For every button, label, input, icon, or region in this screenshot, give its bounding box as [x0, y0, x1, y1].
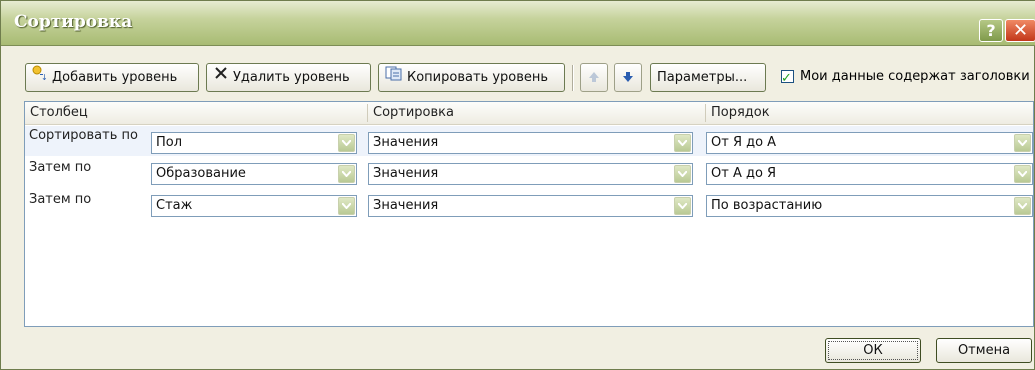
row-label: Затем по — [29, 192, 92, 207]
arrow-down-icon — [622, 68, 634, 87]
arrow-up-icon — [588, 68, 600, 87]
options-label: Параметры... — [657, 70, 748, 85]
sort-level-row[interactable]: Затем по Стаж Значения По возрастанию — [25, 190, 1033, 220]
order-select[interactable]: От Я до А — [706, 132, 1033, 154]
close-button[interactable]: ✕ — [1005, 19, 1035, 42]
header-column: Столбец — [30, 105, 88, 120]
headers-checkbox-label: Мои данные содержат заголовки — [800, 69, 1030, 84]
options-button[interactable]: Параметры... — [650, 63, 766, 92]
checkmark-icon: ✓ — [781, 71, 792, 86]
header-sort-on: Сортировка — [373, 105, 454, 120]
chevron-down-icon[interactable] — [338, 197, 355, 215]
copy-level-label: Копировать уровень — [407, 70, 549, 85]
sort-on-select-value: Значения — [373, 166, 439, 181]
move-up-button[interactable] — [580, 63, 608, 92]
cancel-button[interactable]: Отмена — [936, 338, 1032, 363]
order-select-value: От А до Я — [711, 166, 777, 181]
order-select-value: По возрастанию — [711, 198, 823, 213]
chevron-down-icon[interactable] — [674, 197, 691, 215]
sort-on-select[interactable]: Значения — [368, 163, 693, 185]
order-select[interactable]: По возрастанию — [706, 195, 1033, 217]
order-select-value: От Я до А — [711, 135, 777, 150]
headers-checkbox[interactable]: ✓ — [781, 70, 794, 86]
focus-outline — [828, 341, 918, 360]
row-label: Сортировать по — [29, 128, 138, 143]
column-select-value: Стаж — [156, 198, 193, 213]
sort-levels-grid: Столбец Сортировка Порядок Сортировать п… — [24, 101, 1034, 327]
sort-dialog: Сортировка ? ✕ ↓ Добавить уровень Удалит… — [0, 0, 1035, 370]
column-select[interactable]: Пол — [151, 132, 357, 154]
add-level-icon: ↓ — [32, 64, 48, 91]
ok-button[interactable]: ОК — [825, 338, 921, 363]
headers-checkbox-row[interactable]: ✓ Мои данные содержат заголовки — [781, 65, 1030, 89]
column-select[interactable]: Стаж — [151, 195, 357, 217]
delete-level-label: Удалить уровень — [233, 70, 350, 85]
column-select-value: Пол — [156, 135, 183, 150]
grid-header: Столбец Сортировка Порядок — [25, 102, 1033, 125]
chevron-down-icon[interactable] — [1014, 134, 1031, 152]
copy-level-button[interactable]: Копировать уровень — [378, 63, 565, 92]
chevron-down-icon[interactable] — [338, 134, 355, 152]
order-select[interactable]: От А до Я — [706, 163, 1033, 185]
delete-level-button[interactable]: Удалить уровень — [206, 63, 371, 92]
move-down-button[interactable] — [614, 63, 642, 92]
column-select-value: Образование — [156, 166, 246, 181]
cancel-label: Отмена — [957, 343, 1011, 358]
sort-on-select[interactable]: Значения — [368, 132, 693, 154]
chevron-down-icon[interactable] — [338, 165, 355, 183]
row-label: Затем по — [29, 160, 92, 175]
chevron-down-icon[interactable] — [1014, 165, 1031, 183]
sort-on-select-value: Значения — [373, 198, 439, 213]
header-order: Порядок — [711, 105, 770, 120]
column-select[interactable]: Образование — [151, 163, 357, 185]
chevron-down-icon[interactable] — [1014, 197, 1031, 215]
help-button[interactable]: ? — [979, 19, 1003, 42]
title-bar[interactable]: Сортировка ? ✕ — [1, 1, 1035, 46]
chevron-down-icon[interactable] — [674, 165, 691, 183]
close-x-icon — [213, 64, 229, 91]
sort-on-select-value: Значения — [373, 135, 439, 150]
sort-level-row[interactable]: Затем по Образование Значения От А до Я — [25, 158, 1033, 188]
copy-icon — [385, 64, 403, 91]
sort-level-row[interactable]: Сортировать по Пол Значения От Я до А — [25, 126, 1033, 156]
add-level-button[interactable]: ↓ Добавить уровень — [25, 63, 199, 92]
dialog-title: Сортировка — [14, 12, 133, 32]
chevron-down-icon[interactable] — [674, 134, 691, 152]
add-level-label: Добавить уровень — [52, 70, 178, 85]
sort-on-select[interactable]: Значения — [368, 195, 693, 217]
toolbar-separator — [572, 65, 574, 91]
